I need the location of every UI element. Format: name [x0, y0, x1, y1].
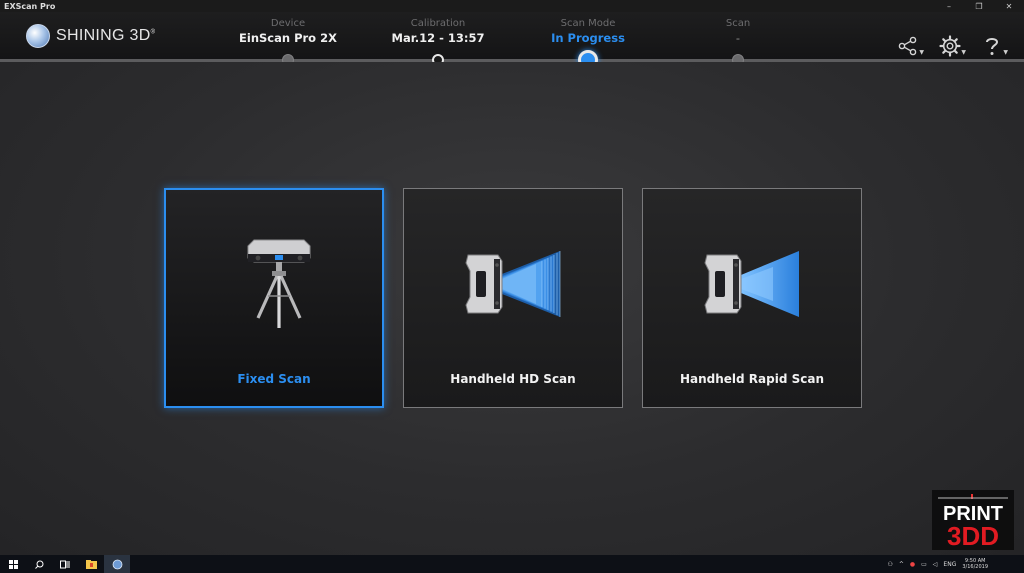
step-value: -: [735, 31, 741, 45]
step-scan[interactable]: Scan -: [668, 18, 808, 45]
maximize-button[interactable]: ❐: [964, 0, 994, 12]
file-explorer-button[interactable]: [78, 555, 104, 573]
tripod-scanner-icon: [247, 239, 311, 328]
help-icon: [986, 38, 999, 55]
task-view-icon: [60, 560, 70, 568]
volume-icon[interactable]: ◁: [933, 561, 938, 568]
fixed-scan-card[interactable]: Fixed Scan: [164, 188, 384, 408]
shining3d-logo: SHINING 3D®: [26, 24, 155, 48]
handheld-rapid-scanner-icon: [704, 251, 799, 317]
share-icon: [898, 36, 917, 56]
main-content: Fixed Scan Handheld HD Scan Handheld Rap…: [0, 62, 1024, 555]
logo-text: SHINING 3D: [56, 27, 151, 44]
step-calibration[interactable]: Calibration Mar.12 - 13:57: [368, 18, 508, 45]
search-icon: [34, 560, 43, 569]
task-view-button[interactable]: [52, 555, 78, 573]
app-header: SHINING 3D® Device EinScan Pro 2X Calibr…: [0, 12, 1024, 60]
handheld-rapid-scan-card[interactable]: Handheld Rapid Scan: [642, 188, 862, 408]
print3dd-watermark-logo: PRINT 3DD: [932, 490, 1014, 551]
people-icon[interactable]: ⚇: [887, 561, 892, 568]
step-device[interactable]: Device EinScan Pro 2X: [218, 18, 358, 45]
chevron-down-icon: ▼: [1003, 49, 1008, 56]
input-language[interactable]: ENG: [943, 561, 956, 568]
step-scan-mode[interactable]: Scan Mode In Progress: [518, 18, 658, 45]
chevron-down-icon: ▼: [919, 49, 924, 56]
close-button[interactable]: ✕: [994, 0, 1024, 12]
minimize-button[interactable]: –: [934, 0, 964, 12]
scan-mode-label: Handheld HD Scan: [450, 372, 576, 386]
step-label: Scan Mode: [560, 18, 616, 29]
system-clock[interactable]: 9:50 AM 3/16/2019: [962, 558, 988, 570]
windows-start-icon: [8, 559, 18, 569]
handheld-hd-scanner-icon: [465, 251, 561, 317]
scan-mode-label: Fixed Scan: [237, 372, 311, 386]
step-value: EinScan Pro 2X: [239, 31, 337, 45]
print3dd-logo-image: PRINT 3DD: [932, 490, 1014, 551]
logo-registered-mark: ®: [150, 29, 156, 36]
step-value: In Progress: [551, 31, 625, 45]
file-explorer-icon: [85, 559, 97, 569]
logo-sphere-icon: [26, 24, 50, 48]
chevron-down-icon: ▼: [961, 49, 966, 56]
window-title: EXScan Pro: [4, 1, 56, 11]
svg-text:3DD: 3DD: [947, 521, 999, 550]
windows-taskbar: ⚇ ^ ● ▭ ◁ ENG 9:50 AM 3/16/2019: [0, 555, 1024, 573]
exscan-app-button[interactable]: [104, 555, 130, 573]
clock-date: 3/16/2019: [962, 564, 988, 570]
step-label: Calibration: [410, 18, 466, 29]
handheld-hd-scan-card[interactable]: Handheld HD Scan: [403, 188, 623, 408]
record-icon[interactable]: ●: [910, 561, 915, 568]
search-button[interactable]: [26, 555, 52, 573]
help-button[interactable]: ▼: [978, 34, 1008, 58]
header-toolbar: ▼ ▼ ▼: [894, 34, 1008, 58]
settings-icon: [939, 35, 961, 57]
step-value: Mar.12 - 13:57: [391, 31, 485, 45]
scan-mode-label: Handheld Rapid Scan: [679, 372, 825, 386]
step-label: Device: [270, 18, 306, 29]
exscan-app-icon: [112, 559, 122, 569]
start-button[interactable]: [0, 555, 26, 573]
network-icon[interactable]: ▭: [921, 561, 927, 568]
share-button[interactable]: ▼: [894, 34, 924, 58]
show-hidden-icons-chevron-up-icon[interactable]: ^: [899, 561, 904, 568]
settings-button[interactable]: ▼: [936, 34, 966, 58]
step-label: Scan: [725, 18, 751, 29]
system-tray: ⚇ ^ ● ▭ ◁ ENG 9:50 AM 3/16/2019: [887, 555, 988, 573]
window-controls: – ❐ ✕: [934, 0, 1024, 12]
window-title-bar: EXScan Pro – ❐ ✕: [0, 0, 1024, 12]
